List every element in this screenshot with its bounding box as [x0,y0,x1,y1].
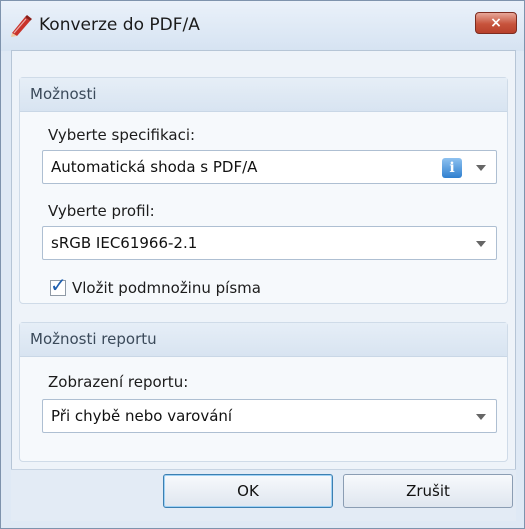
cancel-button[interactable]: Zrušit [343,474,513,508]
checkmark-icon: ✓ [50,273,67,297]
report-group-header: Možnosti reportu [20,323,507,357]
close-icon: × [490,15,502,31]
info-icon[interactable]: i [442,158,462,178]
options-group: Možnosti [19,77,508,304]
title-bar[interactable]: Konverze do PDF/A × [1,1,524,51]
report-display-value: Při chybě nebo varování [51,407,233,425]
chevron-down-icon[interactable] [476,414,486,420]
spec-label: Vyberte specifikaci: [48,126,196,144]
profile-select[interactable]: sRGB IEC61966-2.1 [42,226,497,260]
close-button[interactable]: × [475,12,517,34]
spec-select-value: Automatická shoda s PDF/A [51,158,258,176]
report-display-select[interactable]: Při chybě nebo varování [42,399,497,433]
pdf-pen-icon [11,15,32,37]
ok-button[interactable]: OK [163,474,333,508]
profile-select-value: sRGB IEC61966-2.1 [51,234,198,252]
window-title: Konverze do PDF/A [39,15,200,35]
chevron-down-icon[interactable] [476,165,486,171]
options-group-header: Možnosti [20,78,507,112]
embed-font-label[interactable]: Vložit podmnožinu písma [72,279,261,297]
spec-select[interactable]: Automatická shoda s PDF/A i [42,150,497,184]
report-group: Možnosti reportu [19,322,508,462]
profile-label: Vyberte profil: [48,202,155,220]
chevron-down-icon[interactable] [476,241,486,247]
embed-font-checkbox[interactable]: ✓ [50,273,67,297]
dialog-window: Konverze do PDF/A × Možnosti Vyberte spe… [0,0,525,529]
report-display-label: Zobrazení reportu: [48,373,189,391]
